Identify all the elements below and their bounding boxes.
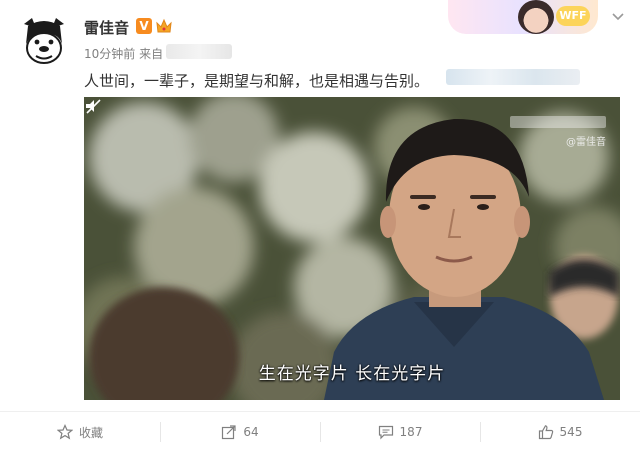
author-avatar[interactable] xyxy=(18,14,70,66)
crown-icon xyxy=(156,18,172,33)
verified-badge-icon: V xyxy=(136,18,152,34)
decoration-portrait xyxy=(518,0,554,34)
video-watermark: @雷佳音 xyxy=(566,137,606,148)
like-count: 545 xyxy=(559,425,583,439)
bulldog-avatar-icon xyxy=(18,14,70,66)
comment-count: 187 xyxy=(399,425,423,439)
decoration-badge: WFF xyxy=(556,6,590,26)
thumbs-up-icon xyxy=(538,425,553,440)
video-player[interactable]: @雷佳音 生在光字片 长在光字片 xyxy=(84,97,620,400)
post-timestamp: 10分钟前 来自 xyxy=(84,47,164,61)
comment-icon xyxy=(378,425,393,440)
chevron-down-icon[interactable] xyxy=(610,8,626,24)
author-name[interactable]: 雷佳音 xyxy=(84,17,129,38)
video-subtitle: 生在光字片 长在光字片 xyxy=(258,364,446,384)
comment-button[interactable]: 187 xyxy=(320,418,480,446)
favorite-button[interactable]: 收藏 xyxy=(0,418,160,446)
star-icon xyxy=(56,424,73,440)
repost-count: 64 xyxy=(243,425,259,439)
repost-button[interactable]: 64 xyxy=(160,418,320,446)
video-frame xyxy=(84,97,620,400)
post-text: 人世间，一辈子，是期望与和解，也是相遇与告别。 xyxy=(84,72,430,90)
mute-icon[interactable] xyxy=(84,97,102,115)
favorite-label: 收藏 xyxy=(78,425,103,440)
watermark-blur xyxy=(510,116,606,128)
share-icon xyxy=(222,425,236,440)
post-link[interactable] xyxy=(446,69,580,85)
post-actions-bar: 收藏 64 187 545 xyxy=(0,418,640,446)
like-button[interactable]: 545 xyxy=(480,418,640,446)
actions-divider xyxy=(0,411,640,412)
post-source-link[interactable] xyxy=(166,44,232,59)
